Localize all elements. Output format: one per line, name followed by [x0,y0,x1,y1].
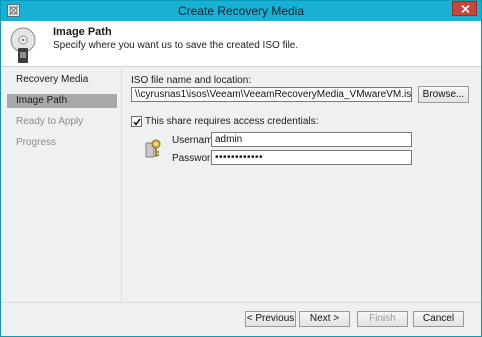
title-bar: Create Recovery Media [1,1,481,21]
disc-usb-icon [10,27,36,63]
cancel-button[interactable]: Cancel [413,311,464,327]
page-title: Image Path [53,26,112,38]
page-subtitle: Specify where you want us to save the cr… [53,40,299,51]
wizard-footer: < Previous Next > Finish Cancel [1,302,481,336]
window-title: Create Recovery Media [177,4,305,18]
step-recovery-media[interactable]: Recovery Media [7,73,117,87]
keys-icon [145,139,161,158]
previous-button[interactable]: < Previous [245,311,296,327]
step-image-path[interactable]: Image Path [7,94,117,108]
wizard-steps-sidebar: Recovery Media Image Path Ready to Apply… [1,68,121,302]
iso-path-label: ISO file name and location: [131,75,252,86]
close-icon [461,5,470,13]
password-input[interactable]: •••••••••••• [211,150,412,165]
next-button[interactable]: Next > [299,311,350,327]
browse-button[interactable]: Browse... [418,86,469,103]
create-recovery-media-window: Create Recovery Media Image Path Specify… [0,0,482,337]
close-button[interactable] [452,1,477,16]
step-progress: Progress [16,137,57,148]
username-input[interactable]: admin [211,132,412,147]
finish-button: Finish [357,311,408,327]
credentials-checkbox[interactable] [131,116,142,127]
wizard-header: Image Path Specify where you want us to … [1,21,481,67]
step-ready-to-apply: Ready to Apply [16,116,84,127]
checkmark-icon [133,118,141,126]
iso-path-input[interactable]: \\cyrusnas1\isos\Veeam\VeeamRecoveryMedi… [131,87,412,102]
credentials-checkbox-label: This share requires access credentials: [145,116,319,127]
wizard-content: ISO file name and location: \\cyrusnas1\… [121,68,481,302]
